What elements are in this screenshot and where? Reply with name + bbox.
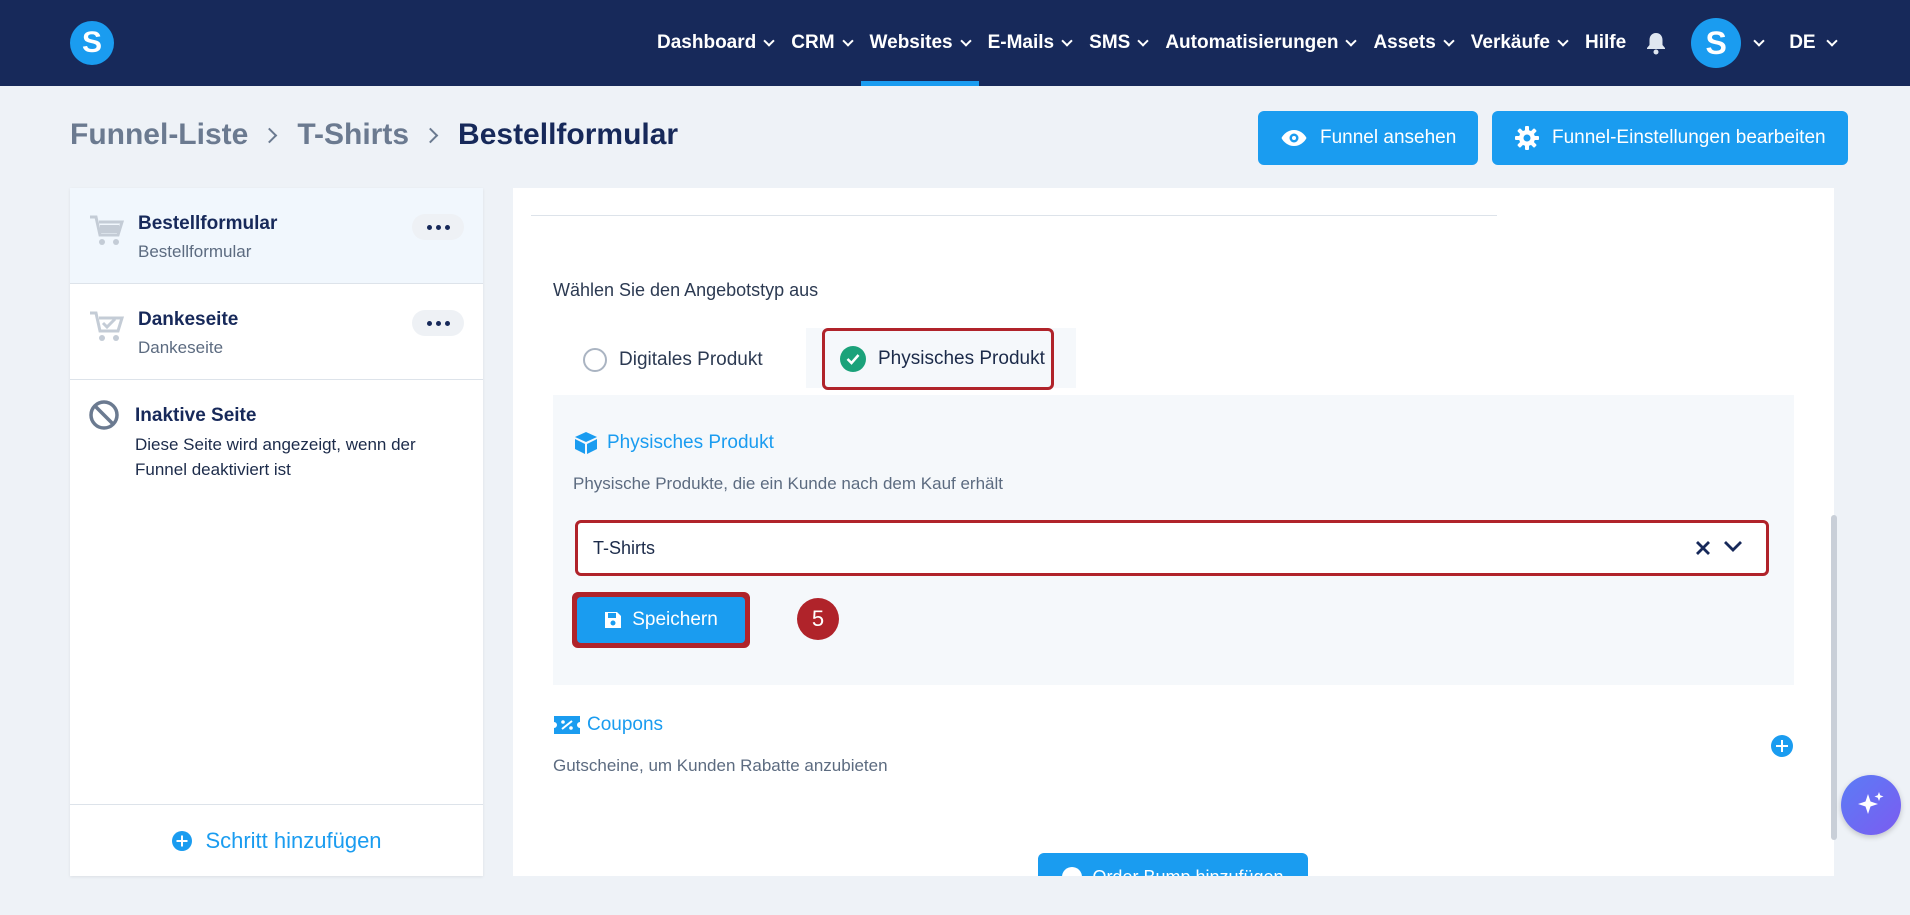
sparkles-icon (1858, 792, 1884, 814)
chevron-down-icon (841, 34, 854, 47)
chevron-down-icon (1345, 34, 1358, 47)
chevron-down-icon (1825, 34, 1838, 47)
floppy-disk-icon (605, 612, 622, 628)
breadcrumb-funnel-list[interactable]: Funnel-Liste (70, 118, 248, 152)
chevron-down-icon (763, 34, 775, 47)
chevron-down-icon (959, 34, 972, 47)
product-select-value: T-Shirts (593, 537, 656, 558)
chevron-down-icon[interactable] (1722, 535, 1744, 557)
chevron-down-icon (1137, 34, 1149, 47)
scrollbar[interactable] (1831, 515, 1837, 840)
app-logo[interactable]: S (70, 21, 114, 65)
physical-product-section: Physisches Produkt Physische Produkte, d… (553, 395, 1794, 685)
box-icon (575, 432, 597, 454)
plus-circle-icon (1062, 867, 1083, 876)
nav-item-hilfe[interactable]: Hilfe (1576, 0, 1635, 86)
ban-icon (89, 400, 119, 430)
radio-unchecked-icon (583, 348, 607, 372)
chevron-down-icon (1061, 34, 1073, 47)
chevron-right-icon (262, 127, 278, 143)
coupons-description: Gutscheine, um Kunden Rabatte anzubieten (553, 756, 888, 775)
language-selector[interactable]: DE (1789, 32, 1838, 54)
gear-icon (1515, 126, 1539, 150)
nav-item-dashboard[interactable]: Dashboard (648, 0, 782, 86)
eye-icon (1281, 130, 1307, 146)
option-physical-product[interactable]: Physisches Produkt (822, 328, 1054, 390)
coupons-title[interactable]: Coupons (553, 714, 663, 736)
nav-item-sms[interactable]: SMS (1080, 0, 1156, 86)
step-menu-button[interactable] (412, 214, 464, 240)
main-nav: Dashboard CRM Websites E-Mails SMS Autom… (648, 0, 1838, 86)
top-navbar: S Dashboard CRM Websites E-Mails SMS Aut… (0, 0, 1910, 86)
chevron-down-icon (1443, 34, 1455, 47)
divider (531, 215, 1497, 216)
breadcrumb-current: Bestellformular (458, 118, 679, 151)
breadcrumb: Funnel-Liste T-Shirts Bestellformular (70, 118, 678, 152)
cart-check-icon (90, 311, 124, 341)
chevron-down-icon[interactable] (1753, 34, 1765, 47)
check-circle-icon (840, 346, 866, 372)
add-step-button[interactable]: Schritt hinzufügen (70, 804, 483, 876)
cart-icon (90, 215, 124, 245)
step-item-bestellformular[interactable]: Bestellformular Bestellformular (70, 188, 483, 284)
step-item-dankeseite[interactable]: Dankeseite Dankeseite (70, 284, 483, 380)
offer-type-label: Wählen Sie den Angebotstyp aus (553, 280, 819, 300)
breadcrumb-t-shirts[interactable]: T-Shirts (297, 118, 409, 152)
view-funnel-button[interactable]: Funnel ansehen (1258, 111, 1479, 165)
option-digital-product[interactable]: Digitales Produkt (583, 348, 763, 372)
nav-item-verkaeufe[interactable]: Verkäufe (1462, 0, 1576, 86)
close-icon[interactable] (1692, 537, 1714, 559)
physical-product-description: Physische Produkte, die ein Kunde nach d… (573, 474, 1003, 493)
nav-item-assets[interactable]: Assets (1364, 0, 1461, 86)
coupon-icon (554, 716, 580, 734)
chevron-down-icon (1557, 34, 1569, 47)
offer-settings-panel: Wählen Sie den Angebotstyp aus Digitales… (513, 188, 1834, 876)
bell-icon[interactable] (1643, 0, 1669, 86)
chevron-right-icon (422, 127, 439, 143)
step-number-badge: 5 (797, 598, 839, 640)
nav-item-emails[interactable]: E-Mails (979, 0, 1081, 86)
plus-circle-icon (172, 830, 193, 851)
add-order-bump-button[interactable]: Order Bump hinzufügen (1038, 853, 1308, 876)
funnel-steps-panel: Bestellformular Bestellformular Dankesei… (70, 188, 483, 876)
user-avatar[interactable]: S (1691, 18, 1742, 68)
save-button[interactable]: Speichern (572, 592, 750, 648)
physical-product-title: Physisches Produkt (573, 431, 774, 455)
nav-item-crm[interactable]: CRM (782, 0, 860, 86)
edit-funnel-settings-button[interactable]: Funnel-Einstellungen bearbeiten (1492, 111, 1848, 165)
add-coupon-icon[interactable] (1770, 734, 1794, 758)
nav-item-automatisierungen[interactable]: Automatisierungen (1156, 0, 1364, 86)
product-select[interactable]: T-Shirts (575, 520, 1769, 576)
ai-assistant-button[interactable] (1841, 775, 1901, 835)
step-menu-button[interactable] (412, 310, 464, 336)
nav-item-websites[interactable]: Websites (860, 0, 979, 86)
